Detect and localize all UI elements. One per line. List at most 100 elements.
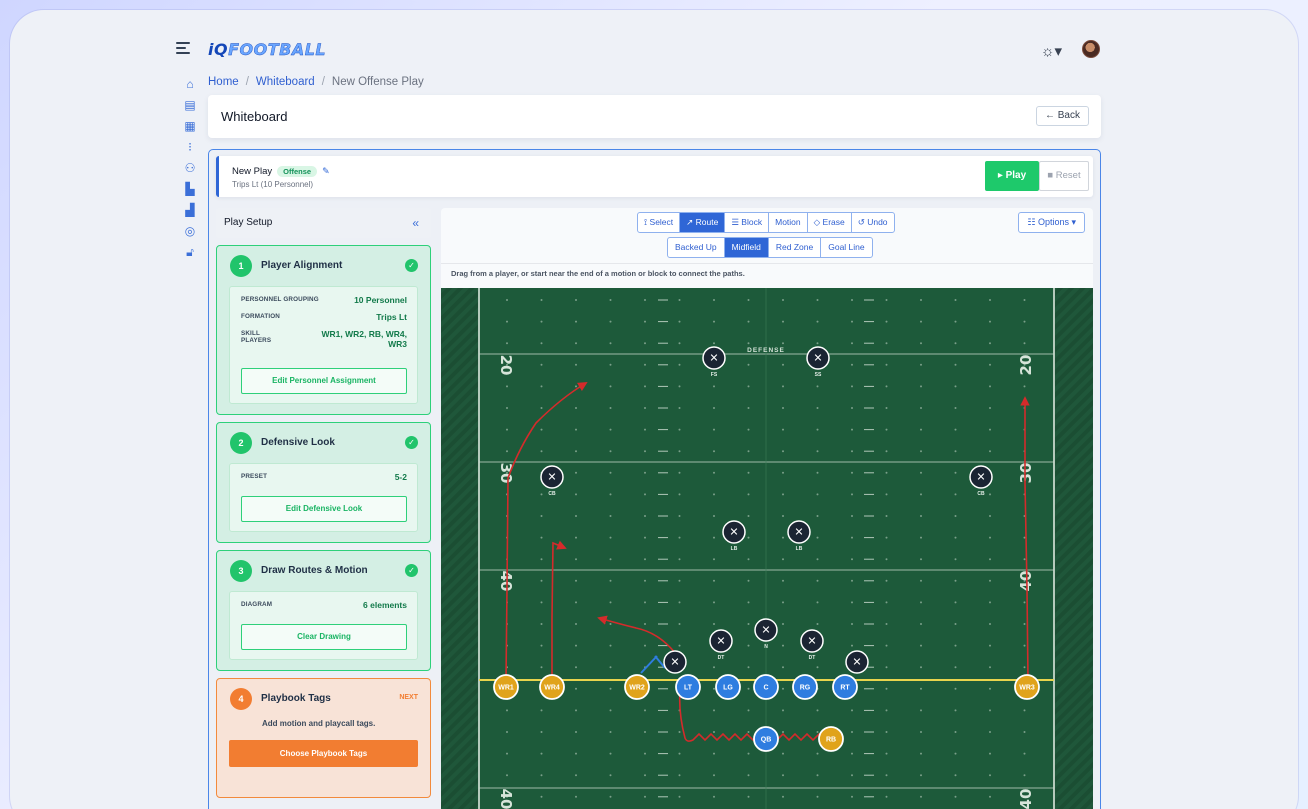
field-dot [782, 363, 784, 366]
edit-defensive-look-button[interactable]: Edit Defensive Look [241, 496, 407, 522]
field-dot [713, 579, 715, 582]
field-dot [540, 428, 543, 431]
breadcrumb-whiteboard[interactable]: Whiteboard [256, 76, 315, 88]
field-dot [678, 342, 681, 345]
tool-erase[interactable]: ◇ Erase [808, 213, 852, 232]
field-dot [575, 752, 577, 755]
users-icon[interactable]: ⚇ [182, 160, 198, 176]
play-setup-panel: Play Setup « 1 Player Alignment ✓ Person… [216, 208, 431, 809]
theme-settings-icon[interactable]: ☼▾ [1041, 42, 1062, 60]
field-dot [644, 536, 646, 539]
field-dot [747, 320, 750, 323]
zone-red-zone[interactable]: Red Zone [769, 238, 822, 257]
offense-player-wr3[interactable]: WR3 [1014, 674, 1040, 700]
field-dot [782, 320, 784, 323]
field-dot [747, 731, 750, 733]
defender-x-icon: ✕ [670, 657, 679, 669]
football-field[interactable]: 20 30 40 40 20 30 40 40 DEFENSE ✕ FS ✕ S… [441, 288, 1093, 809]
document-icon[interactable]: ▤ [182, 97, 198, 113]
field-dot [713, 666, 715, 669]
player-label: WR2 [629, 685, 645, 692]
player-label: C [763, 685, 768, 692]
field-dot [989, 558, 991, 561]
defender-unlabeled[interactable]: ✕ [663, 650, 687, 674]
back-button[interactable]: ← Back [1035, 106, 1089, 126]
canvas-panel: ⟟ Select ↗ Route ☰ Block Motion ◇ Erase … [441, 208, 1093, 809]
field-dot [851, 471, 853, 474]
team-icon[interactable]: ▙ [182, 181, 198, 197]
zone-backed-up[interactable]: Backed Up [668, 238, 725, 257]
settings-icon[interactable]: ◎ [182, 223, 198, 239]
field-dot [920, 407, 922, 409]
offense-player-wr2[interactable]: WR2 [624, 674, 650, 700]
field-dot [816, 450, 819, 453]
field-dot [816, 407, 819, 409]
clear-drawing-button[interactable]: Clear Drawing [241, 624, 407, 650]
yard-number: 40 [497, 571, 515, 592]
tool-route[interactable]: ↗ Route [680, 213, 726, 232]
field-dot [609, 623, 612, 625]
field-dot [816, 731, 819, 733]
options-dropdown[interactable]: ☷ Options ▾ [1018, 212, 1085, 233]
tool-undo[interactable]: ↺ Undo [852, 213, 894, 232]
lock-icon[interactable]: 🔓︎ [182, 244, 198, 260]
field-dot [540, 795, 543, 798]
field-dot [782, 644, 784, 647]
field-dot [885, 709, 888, 712]
offense-player-wr1[interactable]: WR1 [493, 674, 519, 700]
field-dot [506, 774, 508, 777]
brand-logo[interactable]: iQFOOTBALL [208, 40, 326, 59]
field-dot [644, 363, 646, 366]
field-dot [644, 385, 646, 388]
tool-motion[interactable]: Motion [769, 213, 808, 232]
field-dot [920, 752, 922, 755]
field-dot [506, 385, 508, 388]
field-dot [920, 363, 922, 366]
field-dot [782, 299, 784, 301]
play-button[interactable]: ▸ Play [985, 161, 1039, 191]
offense-player-rg[interactable]: RG [792, 674, 818, 700]
field-dot [920, 493, 922, 496]
offense-player-c[interactable]: C [753, 674, 779, 700]
field-svg[interactable]: 20 30 40 40 20 30 40 40 DEFENSE ✕FS✕SS✕C… [441, 288, 1093, 809]
field-dot [609, 342, 612, 345]
step-player-alignment: 1 Player Alignment ✓ Personnel Grouping 1… [216, 245, 431, 415]
field-dot [920, 774, 922, 777]
defender-label: N [764, 644, 768, 650]
player-label: RG [800, 685, 811, 692]
defender-unlabeled[interactable]: ✕ [845, 650, 869, 674]
step-title: Player Alignment [261, 260, 343, 271]
field-dot [1023, 320, 1026, 323]
tool-select[interactable]: ⟟ Select [638, 213, 681, 232]
offense-player-wr4[interactable]: WR4 [539, 674, 565, 700]
stats-icon[interactable]: ▟ [182, 202, 198, 218]
tool-block[interactable]: ☰ Block [725, 213, 770, 232]
choose-tags-button[interactable]: Choose Playbook Tags [229, 740, 418, 767]
edit-personnel-button[interactable]: Edit Personnel Assignment [241, 368, 407, 394]
field-dot [747, 299, 750, 301]
field-dot [575, 774, 577, 777]
field-dot [609, 644, 612, 647]
offense-player-qb[interactable]: QB [753, 726, 779, 752]
field-dot [747, 471, 750, 474]
breadcrumb-home[interactable]: Home [208, 76, 239, 88]
field-dot [713, 687, 715, 690]
offense-player-lg[interactable]: LG [715, 674, 741, 700]
edit-icon[interactable]: ✎ [322, 166, 330, 177]
offense-player-rt[interactable]: RT [832, 674, 858, 700]
field-dot [920, 299, 922, 301]
field-dot [609, 515, 612, 517]
playbook-icon[interactable]: ⁝ [182, 139, 198, 155]
reset-button[interactable]: ■ Reset [1039, 161, 1089, 191]
zone-goal-line[interactable]: Goal Line [821, 238, 871, 257]
calendar-icon[interactable]: ▦ [182, 118, 198, 134]
field-dot [816, 709, 819, 712]
field-dot [989, 623, 991, 625]
collapse-icon[interactable]: « [412, 208, 419, 238]
offense-player-rb[interactable]: RB [818, 726, 844, 752]
zone-midfield[interactable]: Midfield [724, 238, 769, 257]
offense-player-lt[interactable]: LT [675, 674, 701, 700]
avatar[interactable] [1082, 40, 1100, 58]
home-icon[interactable]: ⌂ [182, 76, 198, 92]
menu-icon[interactable] [176, 42, 190, 54]
